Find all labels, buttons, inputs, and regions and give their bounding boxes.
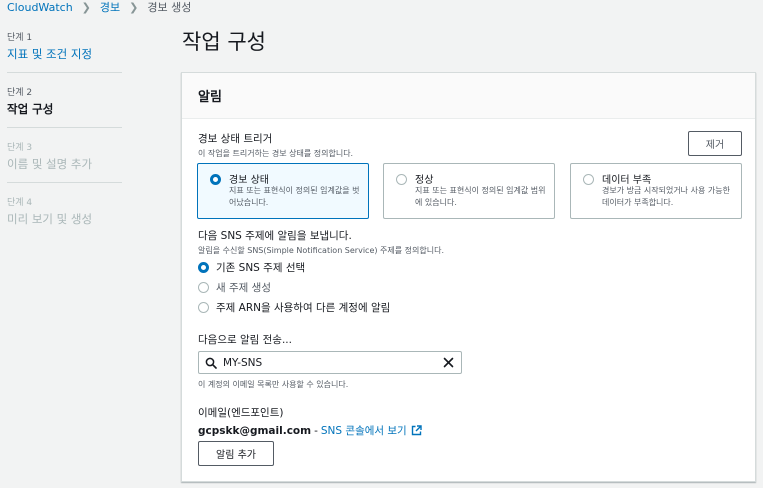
tile-description: 경보가 방금 시작되었거나 사용 가능한 데이터가 부족합니다. [602, 186, 730, 207]
breadcrumb-cloudwatch[interactable]: CloudWatch [7, 1, 73, 14]
divider [7, 127, 122, 128]
step-label: 미리 보기 및 생성 [7, 212, 93, 226]
panel-header: 알림 [182, 73, 755, 119]
panel-title: 알림 [198, 90, 222, 105]
wizard-step-1[interactable]: 단계 1 지표 및 조건 지정 [7, 30, 122, 62]
page-title: 작업 구성 [182, 30, 266, 54]
endpoint-label: 이메일(엔드포인트) [198, 407, 284, 419]
external-link-icon[interactable] [411, 425, 422, 436]
tile-label: 경보 상태 [229, 175, 269, 186]
wizard-step-2: 단계 2 작업 구성 [7, 85, 122, 117]
remove-button[interactable]: 제거 [688, 131, 742, 156]
step-label[interactable]: 지표 및 조건 지정 [7, 46, 122, 62]
send-to-label: 다음으로 알림 전송... [198, 334, 292, 346]
tile-description: 지표 또는 표현식이 정의된 임계값 범위에 있습니다. [415, 186, 546, 207]
breadcrumb-alarms[interactable]: 경보 [100, 0, 120, 15]
option-label: 주제 ARN을 사용하여 다른 계정에 알림 [216, 302, 391, 314]
trigger-label: 경보 상태 트리거 [198, 133, 273, 145]
search-icon [205, 357, 217, 369]
trigger-description: 이 작업을 트리거하는 경보 상태를 정의합니다. [198, 149, 354, 158]
option-new-topic[interactable]: 새 주제 생성 [198, 280, 271, 295]
radio-topic-arn[interactable] [198, 302, 209, 313]
option-topic-arn[interactable]: 주제 ARN을 사용하여 다른 계정에 알림 [198, 300, 390, 315]
step-label: 작업 구성 [7, 102, 54, 116]
radio-insufficient-data[interactable] [583, 174, 594, 185]
step-label: 이름 및 설명 추가 [7, 157, 93, 171]
chevron-right-icon: ❯ [81, 0, 91, 14]
endpoint-email: gcpskk@gmail.com [198, 424, 312, 437]
option-existing-topic[interactable]: 기존 SNS 주제 선택 [198, 260, 305, 275]
step-number: 단계 3 [7, 143, 33, 153]
step-number: 단계 4 [7, 198, 33, 208]
breadcrumb: CloudWatch ❯ 경보 ❯ 경보 생성 [7, 0, 192, 15]
step-number: 단계 1 [7, 33, 33, 43]
tile-ok-state[interactable]: 정상 지표 또는 표현식이 정의된 임계값 범위에 있습니다. [383, 163, 555, 219]
tile-insufficient-data[interactable]: 데이터 부족 경보가 방금 시작되었거나 사용 가능한 데이터가 부족합니다. [570, 163, 742, 219]
tile-label: 데이터 부족 [602, 175, 652, 186]
option-label: 기존 SNS 주제 선택 [216, 262, 306, 274]
radio-ok-state[interactable] [396, 174, 407, 185]
clear-icon[interactable] [443, 357, 454, 368]
breadcrumb-current: 경보 생성 [147, 1, 192, 14]
search-value[interactable]: MY-SNS [223, 357, 262, 369]
endpoint-row: gcpskk@gmail.com - SNS 콘솔에서 보기 [198, 423, 422, 438]
radio-alarm-state[interactable] [210, 174, 221, 185]
tile-alarm-state[interactable]: 경보 상태 지표 또는 표현식이 정의된 임계값을 벗어났습니다. [197, 163, 369, 219]
radio-new-topic[interactable] [198, 282, 209, 293]
sns-label: 다음 SNS 주제에 알림을 보냅니다. [198, 230, 352, 242]
send-to-hint: 이 계정의 이메일 목록만 사용할 수 있습니다. [198, 380, 349, 389]
tile-description: 지표 또는 표현식이 정의된 임계값을 벗어났습니다. [229, 186, 360, 207]
radio-existing-topic[interactable] [198, 262, 209, 273]
sns-description: 알림을 수신할 SNS(Simple Notification Service)… [198, 246, 445, 255]
sns-console-link[interactable]: SNS 콘솔에서 보기 [321, 423, 407, 438]
option-label: 새 주제 생성 [216, 282, 271, 294]
divider [7, 182, 122, 183]
tile-label: 정상 [415, 175, 434, 186]
topic-search-input[interactable]: MY-SNS [198, 351, 462, 374]
chevron-right-icon: ❯ [129, 0, 139, 14]
separator: - [314, 424, 318, 437]
divider [7, 72, 122, 73]
add-notification-button[interactable]: 알림 추가 [198, 441, 274, 466]
wizard-step-4: 단계 4 미리 보기 및 생성 [7, 195, 122, 227]
step-number: 단계 2 [7, 88, 33, 98]
wizard-step-3: 단계 3 이름 및 설명 추가 [7, 140, 122, 172]
